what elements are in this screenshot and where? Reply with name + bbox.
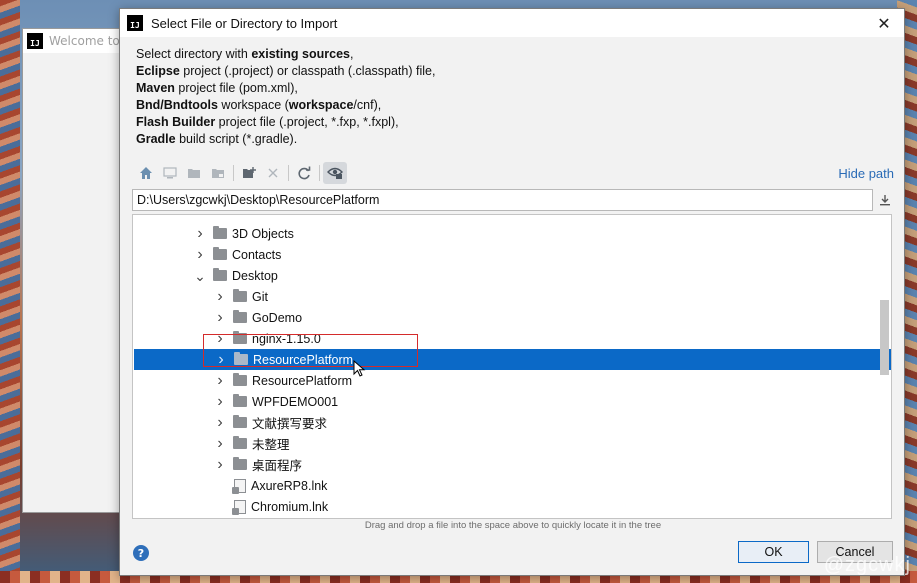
chevron-right-icon[interactable]: › [193,225,207,241]
chevron-right-icon[interactable]: › [193,246,207,262]
tree-file-item[interactable]: AxureRP8.lnk [133,475,879,496]
tree-item-label: WPFDEMO001 [252,394,339,409]
folder-icon [233,436,247,449]
desktop-icon [163,167,177,179]
hide-path-link[interactable]: Hide path [838,166,894,181]
folder-icon [233,289,247,302]
dialog-title: Select File or Directory to Import [151,15,338,31]
dialog-titlebar[interactable]: IJ Select File or Directory to Import ✕ [120,9,904,37]
toolbar-separator [233,165,234,181]
path-download-button[interactable] [876,191,894,209]
toolbar-separator [288,165,289,181]
refresh-button[interactable] [292,162,316,184]
home-icon [140,167,152,179]
welcome-window[interactable]: IJ Welcome to [22,28,122,513]
chevron-right-icon[interactable]: › [213,414,227,430]
watermark-text: @zgcwkj [823,554,911,576]
tree-item-label: Chromium.lnk [251,499,329,514]
description-line: Gradle build script (*.gradle). [136,132,298,146]
chevron-right-icon[interactable]: › [213,435,227,451]
tree-folder-item[interactable]: › Contacts [133,244,879,265]
import-description: Select directory with existing sources, … [136,46,435,148]
welcome-titlebar[interactable]: IJ Welcome to [23,29,121,53]
description-line: Maven project file (pom.xml), [136,81,298,95]
tree-scrollbar[interactable] [880,215,889,518]
tree-item-label: Contacts [232,247,282,262]
chevron-down-icon[interactable]: ⌄ [193,269,207,283]
chevron-right-icon[interactable]: › [213,456,227,472]
chevron-right-icon[interactable]: › [213,393,227,409]
import-dialog: IJ Select File or Directory to Import ✕ … [119,8,905,576]
new-folder-icon [243,167,256,178]
close-button[interactable]: ✕ [864,9,904,37]
tree-item-label: ResourcePlatform [252,373,353,388]
tree-folder-item[interactable]: › GoDemo [133,307,879,328]
tree-folder-item[interactable]: ⌄ Desktop [133,265,879,286]
tree-folder-item[interactable]: › 未整理 [133,433,879,454]
chevron-right-icon[interactable]: › [213,288,227,304]
shortcut-file-icon [232,499,246,515]
tree-item-label: 3D Objects [232,226,294,241]
folder-icon [233,373,247,386]
folder-icon [233,310,247,323]
tree-folder-item[interactable]: › 3D Objects [133,223,879,244]
tree-folder-item[interactable]: › Git [133,286,879,307]
description-line: Eclipse project (.project) or classpath … [136,64,436,78]
refresh-icon [298,166,311,180]
new-folder-button[interactable] [237,162,261,184]
project-button[interactable] [182,162,206,184]
project-icon [188,169,200,178]
welcome-title: Welcome to [49,34,120,48]
folder-icon [213,247,227,260]
module-button[interactable] [206,162,230,184]
tree-folder-item[interactable]: › WPFDEMO001 [133,391,879,412]
tree-folder-item[interactable]: › ResourcePlatform [133,370,879,391]
delete-button[interactable] [261,162,285,184]
download-icon [880,195,890,206]
tree-item-label: 桌面程序 [252,459,303,473]
intellij-logo-icon: IJ [127,15,143,31]
tree-item-label: Git [252,289,268,304]
show-hidden-toggle[interactable] [323,162,347,184]
file-chooser-toolbar: Hide path [134,161,894,185]
chevron-right-icon[interactable]: › [213,309,227,325]
path-row [132,189,894,211]
tree-item-label: AxureRP8.lnk [251,478,328,493]
desktop-background-left [0,0,20,583]
tree-folder-item[interactable]: › 桌面程序 [133,454,879,475]
folder-icon [233,457,247,470]
tree-file-item[interactable]: CoreBox.lnk [133,517,879,518]
desktop-button[interactable] [158,162,182,184]
close-icon: ✕ [877,13,891,33]
shortcut-file-icon [232,478,246,494]
module-icon [212,169,224,178]
home-button[interactable] [134,162,158,184]
folder-icon [213,268,227,281]
folder-icon [233,415,247,428]
annotation-highlight-box [203,334,418,367]
path-input[interactable] [132,189,873,211]
tree-item-label: Desktop [232,268,278,283]
tree-item-label: 未整理 [252,438,290,452]
tree-scrollbar-thumb[interactable] [880,300,889,375]
folder-icon [233,394,247,407]
description-line: Bnd/Bndtools workspace (workspace/cnf), [136,98,382,112]
help-button[interactable]: ? [133,545,149,561]
tree-item-label: GoDemo [252,310,303,325]
tree-file-item[interactable]: Chromium.lnk [133,496,879,517]
drag-drop-hint: Drag and drop a file into the space abov… [364,520,662,531]
delete-icon [268,168,278,178]
ok-button[interactable]: OK [738,541,809,563]
description-line: Flash Builder project file (.project, *.… [136,115,399,129]
toolbar-separator [319,165,320,181]
description-line: Select directory with existing sources, [136,47,354,61]
folder-icon [213,226,227,239]
show-hidden-icon [327,167,343,179]
mouse-cursor-icon [353,360,366,377]
chevron-right-icon[interactable]: › [213,372,227,388]
tree-folder-item[interactable]: › 文献撰写要求 [133,412,879,433]
intellij-logo-icon: IJ [27,33,43,49]
tree-item-label: 文献撰写要求 [252,417,328,431]
